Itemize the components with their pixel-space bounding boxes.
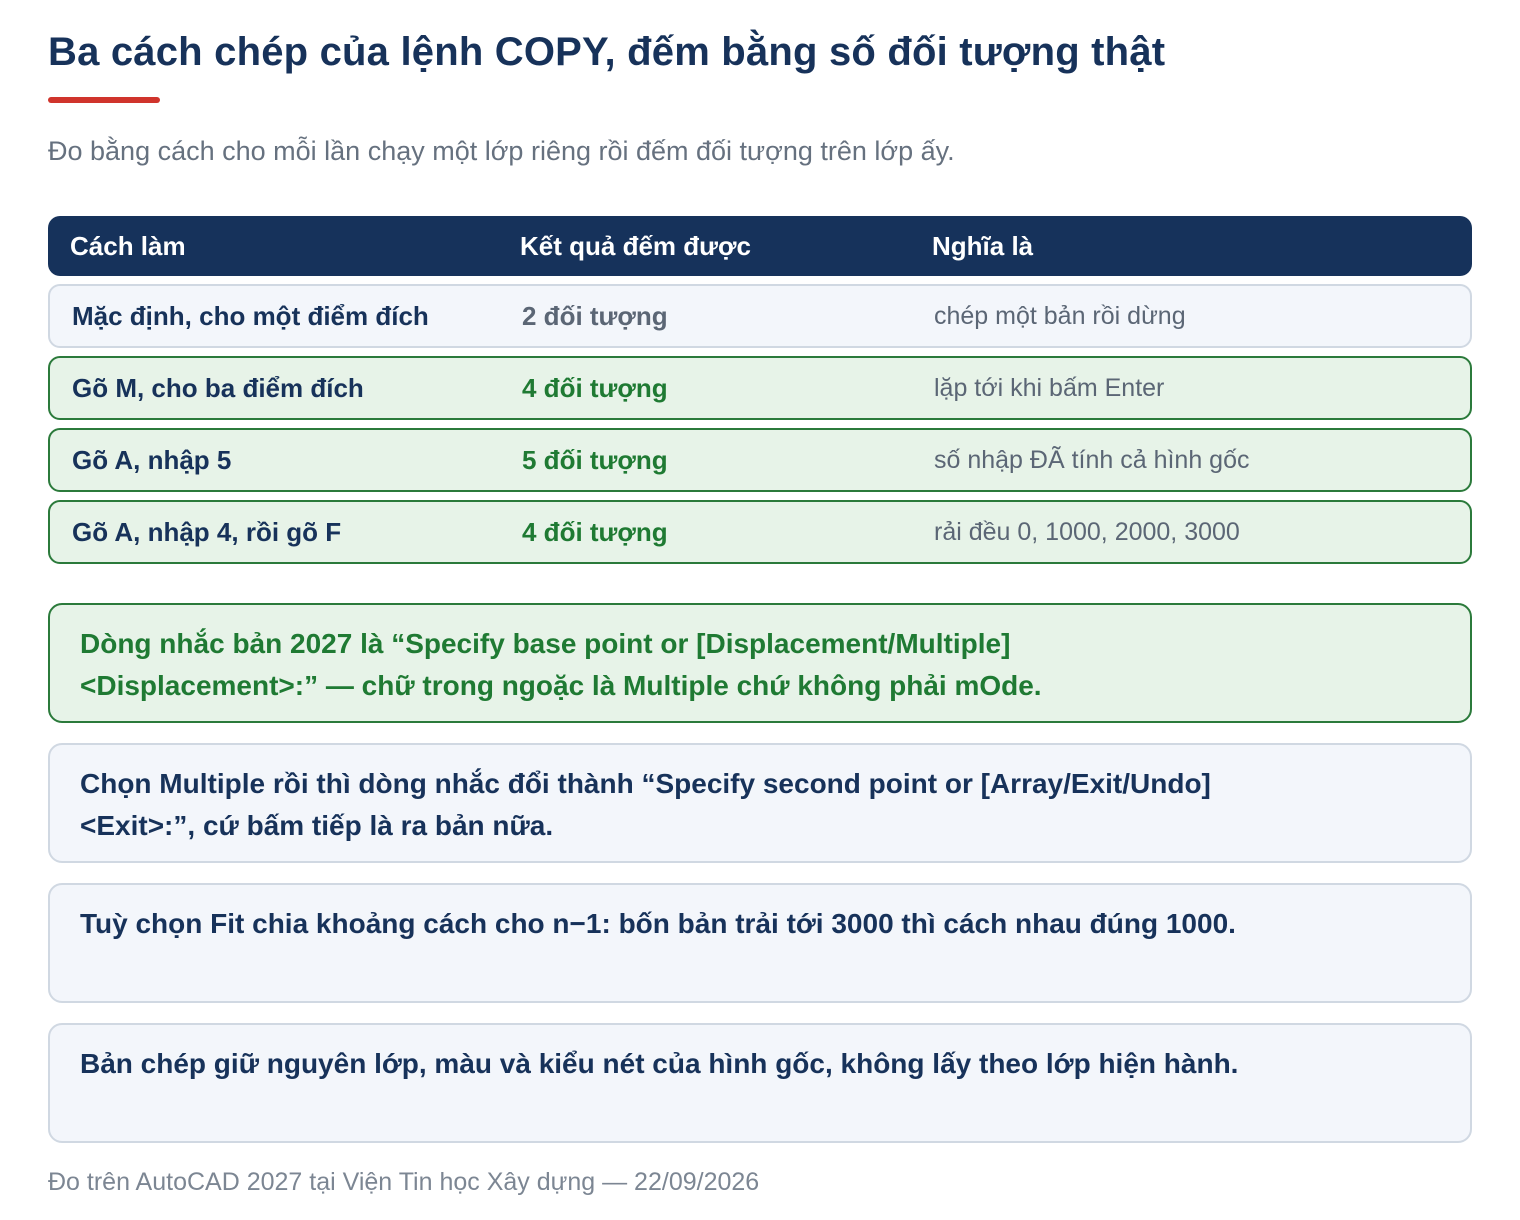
note-card-layer: Bản chép giữ nguyên lớp, màu và kiểu nét… (48, 1023, 1472, 1143)
row-meaning: chép một bản rồi dừng (934, 301, 1186, 330)
footer-caption: Đo trên AutoCAD 2027 tại Viện Tin học Xâ… (48, 1168, 760, 1196)
row-method: Mặc định, cho một điểm đích (72, 300, 429, 331)
row-result: 4 đối tượng (522, 516, 668, 547)
page-subtitle: Đo bằng cách cho mỗi lần chạy một lớp ri… (48, 136, 955, 166)
note-text: Dòng nhắc bản 2027 là “Specify base poin… (80, 628, 1042, 701)
page-title: Ba cách chép của lệnh COPY, đếm bằng số … (48, 30, 1166, 74)
note-text: Chọn Multiple rồi thì dòng nhắc đổi thàn… (80, 768, 1211, 841)
row-method: Gõ A, nhập 5 (72, 444, 232, 475)
table-row: Mặc định, cho một điểm đích 2 đối tượng … (48, 284, 1472, 348)
row-method: Gõ A, nhập 4, rồi gõ F (72, 516, 342, 547)
row-method: Gõ M, cho ba điểm đích (72, 372, 364, 403)
note-card-fit: Tuỳ chọn Fit chia khoảng cách cho n−1: b… (48, 883, 1472, 1003)
table-row: Gõ A, nhập 4, rồi gõ F 4 đối tượng rải đ… (48, 500, 1472, 564)
row-result: 2 đối tượng (522, 300, 668, 331)
header-method: Cách làm (70, 230, 186, 261)
note-card-prompt: Dòng nhắc bản 2027 là “Specify base poin… (48, 603, 1472, 723)
row-meaning: rải đều 0, 1000, 2000, 3000 (934, 517, 1240, 546)
note-text: Tuỳ chọn Fit chia khoảng cách cho n−1: b… (80, 908, 1236, 939)
table-row: Gõ M, cho ba điểm đích 4 đối tượng lặp t… (48, 356, 1472, 420)
row-meaning: lặp tới khi bấm Enter (934, 373, 1165, 402)
header-meaning: Nghĩa là (932, 230, 1034, 261)
results-table: Cách làm Kết quả đếm được Nghĩa là Mặc đ… (48, 216, 1472, 564)
page: Ba cách chép của lệnh COPY, đếm bằng số … (0, 0, 1520, 1220)
notes-list: Dòng nhắc bản 2027 là “Specify base poin… (48, 603, 1472, 1163)
header-result: Kết quả đếm được (520, 230, 751, 261)
table-header: Cách làm Kết quả đếm được Nghĩa là (48, 216, 1472, 276)
row-meaning: số nhập ĐÃ tính cả hình gốc (934, 445, 1250, 474)
note-text: Bản chép giữ nguyên lớp, màu và kiểu nét… (80, 1048, 1239, 1079)
row-result: 5 đối tượng (522, 444, 668, 475)
row-result: 4 đối tượng (522, 372, 668, 403)
title-underline (48, 97, 160, 103)
table-row: Gõ A, nhập 5 5 đối tượng số nhập ĐÃ tính… (48, 428, 1472, 492)
note-card-multiple: Chọn Multiple rồi thì dòng nhắc đổi thàn… (48, 743, 1472, 863)
